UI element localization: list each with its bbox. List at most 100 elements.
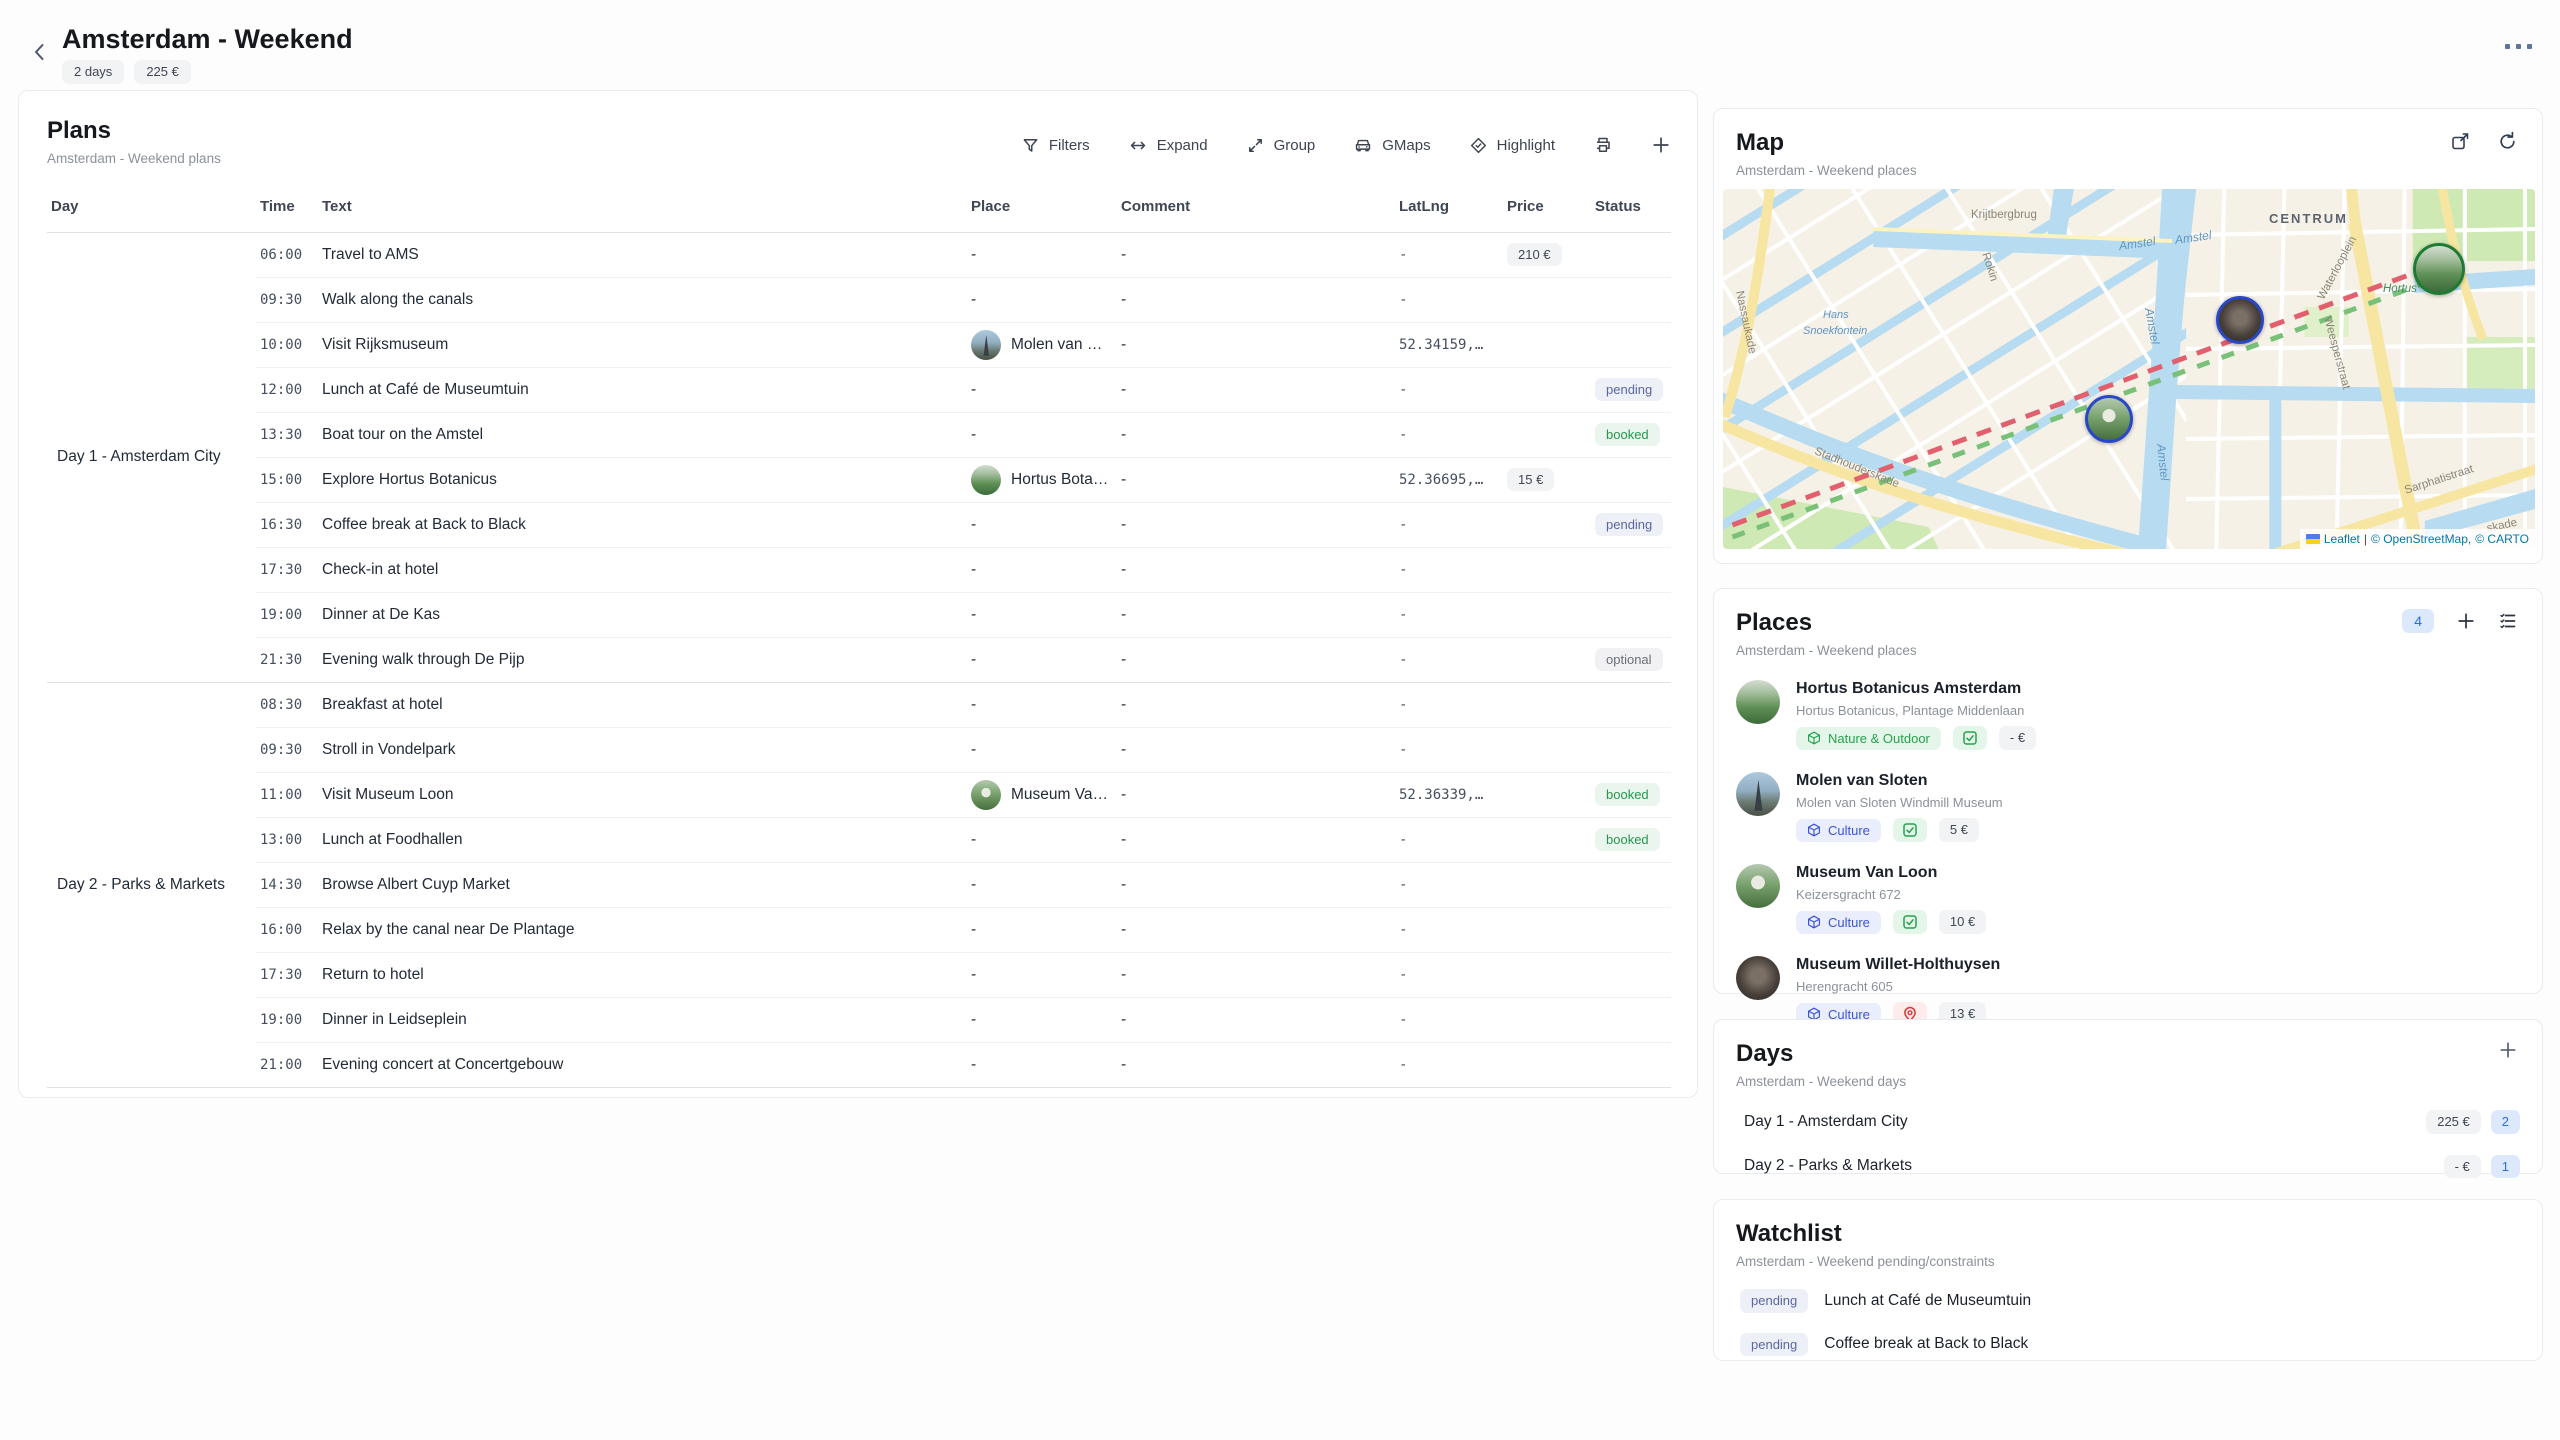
- group-button[interactable]: Group: [1246, 136, 1316, 155]
- plan-row[interactable]: 09:30Walk along the canals---: [47, 277, 1671, 322]
- plan-status: [1591, 997, 1671, 1042]
- place-photo: [1736, 772, 1780, 816]
- plan-row[interactable]: 16:30Coffee break at Back to Black---pen…: [47, 502, 1671, 547]
- plan-price: [1503, 367, 1591, 412]
- plan-price: [1503, 952, 1591, 997]
- carto-link[interactable]: © CARTO: [2475, 532, 2529, 546]
- plan-latlng: -: [1395, 637, 1503, 682]
- col-status: Status: [1591, 192, 1671, 232]
- day-count-badge: 2: [2491, 1110, 2520, 1134]
- place-address: Keizersgracht 672: [1796, 887, 1986, 902]
- plan-latlng: 52.34159,…: [1395, 322, 1503, 367]
- place-chip[interactable]: Museum Va…: [971, 780, 1113, 810]
- plan-row[interactable]: 21:00Evening concert at Concertgebouw---: [47, 1042, 1671, 1087]
- plan-row[interactable]: 17:30Return to hotel---: [47, 952, 1671, 997]
- expand-button[interactable]: Expand: [1128, 136, 1208, 155]
- plan-latlng: -: [1395, 682, 1503, 727]
- plan-place: -: [967, 907, 1117, 952]
- printer-icon: [1593, 135, 1613, 155]
- map-title: Map: [1736, 129, 2520, 157]
- plan-row[interactable]: 16:00Relax by the canal near De Plantage…: [47, 907, 1671, 952]
- add-day-button[interactable]: [2498, 1040, 2518, 1060]
- watchlist-item[interactable]: pendingLunch at Café de Museumtuin: [1736, 1289, 2520, 1313]
- overflow-menu-button[interactable]: [2505, 44, 2532, 49]
- plan-time: 10:00: [256, 322, 318, 367]
- plan-place: -: [967, 502, 1117, 547]
- map-fullscreen-button[interactable]: [2450, 131, 2471, 152]
- day-list-item[interactable]: Day 2 - Parks & Markets- €1: [1736, 1155, 2520, 1179]
- marker-museum-willet[interactable]: [2216, 296, 2264, 344]
- place-photo: [1736, 680, 1780, 724]
- gmaps-button[interactable]: GMaps: [1353, 136, 1430, 155]
- visited-badge: [1953, 726, 1987, 750]
- plan-price: [1503, 772, 1591, 817]
- place-address: Herengracht 605: [1796, 979, 2000, 994]
- plan-place: -: [967, 232, 1117, 277]
- plan-status: [1591, 682, 1671, 727]
- plan-latlng: -: [1395, 817, 1503, 862]
- day-group-label: Day 1 - Amsterdam City: [47, 232, 256, 682]
- plan-row[interactable]: 14:30Browse Albert Cuyp Market---: [47, 862, 1671, 907]
- plan-row[interactable]: Day 2 - Parks & Markets08:30Breakfast at…: [47, 682, 1671, 727]
- place-photo: [1736, 956, 1780, 1000]
- plan-place: -: [967, 952, 1117, 997]
- leaflet-link[interactable]: Leaflet: [2324, 532, 2360, 546]
- plan-row[interactable]: 15:00Explore Hortus BotanicusHortus Bota…: [47, 457, 1671, 502]
- highlight-button[interactable]: Highlight: [1469, 136, 1555, 155]
- plan-row[interactable]: 10:00Visit RijksmuseumMolen van …-52.341…: [47, 322, 1671, 367]
- plan-status: [1591, 592, 1671, 637]
- plan-price: [1503, 637, 1591, 682]
- plan-text: Coffee break at Back to Black: [318, 502, 967, 547]
- watchlist-item[interactable]: pendingCoffee break at Back to Black: [1736, 1333, 2520, 1357]
- plan-latlng: -: [1395, 727, 1503, 772]
- plan-row[interactable]: 19:00Dinner in Leidseplein---: [47, 997, 1671, 1042]
- leaflet-map[interactable]: KrijtbergbrugRokinAmstelAmstelCENTRUMWat…: [1723, 189, 2535, 549]
- plan-text: Breakfast at hotel: [318, 682, 967, 727]
- plan-row[interactable]: 13:30Boat tour on the Amstel---booked: [47, 412, 1671, 457]
- plan-row[interactable]: 09:30Stroll in Vondelpark---: [47, 727, 1671, 772]
- plan-row[interactable]: 19:00Dinner at De Kas---: [47, 592, 1671, 637]
- place-list-item[interactable]: Museum Willet-HolthuysenHerengracht 605C…: [1736, 956, 2520, 1026]
- print-button[interactable]: [1593, 135, 1613, 155]
- plan-comment: -: [1117, 997, 1395, 1042]
- place-list-item[interactable]: Museum Van LoonKeizersgracht 672Culture1…: [1736, 864, 2520, 934]
- plan-row[interactable]: 17:30Check-in at hotel---: [47, 547, 1671, 592]
- marker-museum-van-loon[interactable]: [2085, 395, 2133, 443]
- plan-comment: -: [1117, 457, 1395, 502]
- plan-latlng: -: [1395, 907, 1503, 952]
- back-button[interactable]: [24, 36, 56, 68]
- marker-hortus-botanicus[interactable]: [2413, 243, 2465, 295]
- plan-price: [1503, 277, 1591, 322]
- day-list-item[interactable]: Day 1 - Amsterdam City225 €2: [1736, 1110, 2520, 1134]
- plans-toolbar: Filters Expand Group GMaps Highlight: [1021, 135, 1671, 155]
- place-list-item[interactable]: Molen van SlotenMolen van Sloten Windmil…: [1736, 772, 2520, 842]
- plan-latlng: -: [1395, 862, 1503, 907]
- plan-place: Museum Va…: [967, 772, 1117, 817]
- places-list-view-button[interactable]: [2498, 611, 2518, 631]
- plan-comment: -: [1117, 412, 1395, 457]
- place-list-item[interactable]: Hortus Botanicus AmsterdamHortus Botanic…: [1736, 680, 2520, 750]
- place-address: Hortus Botanicus, Plantage Middenlaan: [1796, 703, 2036, 718]
- place-chip[interactable]: Hortus Bota…: [971, 465, 1113, 495]
- plan-comment: -: [1117, 772, 1395, 817]
- plan-row[interactable]: 12:00Lunch at Café de Museumtuin---pendi…: [47, 367, 1671, 412]
- plan-row[interactable]: 21:30Evening walk through De Pijp---opti…: [47, 637, 1671, 682]
- plan-latlng: -: [1395, 952, 1503, 997]
- map-refresh-button[interactable]: [2497, 131, 2518, 152]
- category-cube-icon: [1807, 915, 1821, 929]
- add-place-button[interactable]: [2456, 611, 2476, 631]
- col-place: Place: [967, 192, 1117, 232]
- place-info: Museum Willet-HolthuysenHerengracht 605C…: [1796, 956, 2000, 1026]
- osm-link[interactable]: © OpenStreetMap,: [2371, 532, 2471, 546]
- filters-button[interactable]: Filters: [1021, 136, 1090, 155]
- col-day: Day: [47, 192, 256, 232]
- plan-comment: -: [1117, 637, 1395, 682]
- plan-row[interactable]: 11:00Visit Museum LoonMuseum Va…-52.3633…: [47, 772, 1671, 817]
- plan-row[interactable]: 13:00Lunch at Foodhallen---booked: [47, 817, 1671, 862]
- place-chip[interactable]: Molen van …: [971, 330, 1113, 360]
- add-plan-button[interactable]: [1651, 135, 1671, 155]
- place-price-badge: - €: [1999, 726, 2036, 750]
- plan-row[interactable]: Day 1 - Amsterdam City06:00Travel to AMS…: [47, 232, 1671, 277]
- day-badges: - €1: [2444, 1155, 2520, 1179]
- plan-text: Relax by the canal near De Plantage: [318, 907, 967, 952]
